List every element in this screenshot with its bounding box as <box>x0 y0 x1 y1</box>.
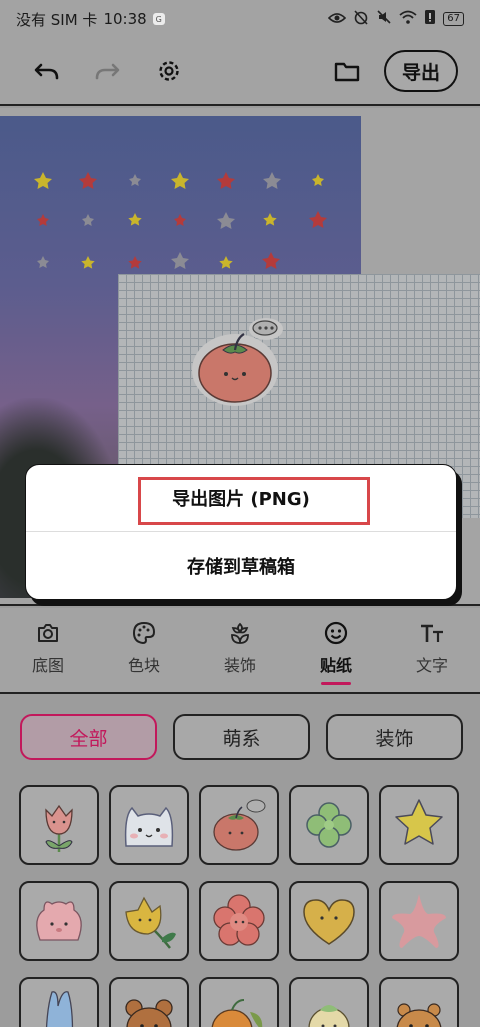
eye-icon <box>328 10 347 28</box>
camera-icon <box>35 620 61 646</box>
clock-time: 10:38 <box>103 10 147 28</box>
folder-icon[interactable] <box>332 56 362 86</box>
export-button[interactable]: 导出 <box>384 50 458 92</box>
tomato-sticker-on-canvas[interactable] <box>190 312 290 408</box>
tulip-sticker[interactable] <box>19 785 99 865</box>
pink-star-sticker[interactable] <box>379 881 459 961</box>
wifi-icon <box>399 10 417 28</box>
smiley-icon <box>323 620 349 646</box>
sim-alert-icon <box>424 9 436 29</box>
mute-icon <box>376 9 392 29</box>
tab-base-image[interactable]: 底图 <box>0 608 96 692</box>
filter-all[interactable]: 全部 <box>20 714 157 760</box>
dialog-divider <box>26 531 456 532</box>
star-sticker[interactable] <box>379 785 459 865</box>
carrier-text: 没有 SIM 卡 <box>16 10 98 29</box>
palette-icon <box>131 620 157 646</box>
save-draft-option[interactable]: 存储到草稿箱 <box>26 533 456 599</box>
tab-sticker[interactable]: 贴纸 <box>288 608 384 692</box>
tab-label: 色块 <box>127 656 160 675</box>
tab-decoration[interactable]: 装饰 <box>192 608 288 692</box>
battery-indicator: 67 <box>443 12 464 26</box>
chick-sticker[interactable] <box>289 977 369 1027</box>
app-notification-icon: G <box>152 13 165 25</box>
editor-toolbar: 导出 <box>0 38 480 106</box>
export-dialog: 导出图片 (PNG) 存储到草稿箱 <box>25 464 457 600</box>
bunny-face-sticker[interactable] <box>19 881 99 961</box>
text-size-icon <box>419 620 445 646</box>
tab-label: 贴纸 <box>319 656 352 675</box>
tab-label: 文字 <box>415 656 448 675</box>
filter-cute[interactable]: 萌系 <box>173 714 310 760</box>
tab-text[interactable]: 文字 <box>384 608 480 692</box>
flower-icon <box>227 620 253 646</box>
sticker-grid <box>19 785 465 1027</box>
heart-sticker[interactable] <box>289 881 369 961</box>
pink-flower-sticker[interactable] <box>199 881 279 961</box>
tool-tabs: 底图 色块 装饰 贴纸 文字 <box>0 608 480 694</box>
tomato-sticker[interactable] <box>199 785 279 865</box>
gear-icon[interactable] <box>154 56 184 86</box>
status-bar: 没有 SIM 卡 10:38 G 67 <box>0 0 480 38</box>
hamster-sticker[interactable] <box>379 977 459 1027</box>
sticker-filters: 全部 萌系 装饰 <box>20 714 463 760</box>
alarm-off-icon <box>353 9 369 29</box>
yellow-tulip-sticker[interactable] <box>109 881 189 961</box>
blue-bunny-sticker[interactable] <box>19 977 99 1027</box>
tab-color-block[interactable]: 色块 <box>96 608 192 692</box>
tab-label: 底图 <box>31 656 64 675</box>
redo-icon[interactable] <box>92 56 122 86</box>
active-tab-indicator <box>321 682 351 685</box>
highlight-box <box>138 477 370 525</box>
bear-sticker[interactable] <box>109 977 189 1027</box>
clover-sticker[interactable] <box>289 785 369 865</box>
sticker-panel: 全部 萌系 装饰 <box>0 696 480 1027</box>
orange-fruit-sticker[interactable] <box>199 977 279 1027</box>
filter-decoration[interactable]: 装饰 <box>326 714 463 760</box>
cat-face-sticker[interactable] <box>109 785 189 865</box>
tab-label: 装饰 <box>223 656 256 675</box>
undo-icon[interactable] <box>32 56 62 86</box>
